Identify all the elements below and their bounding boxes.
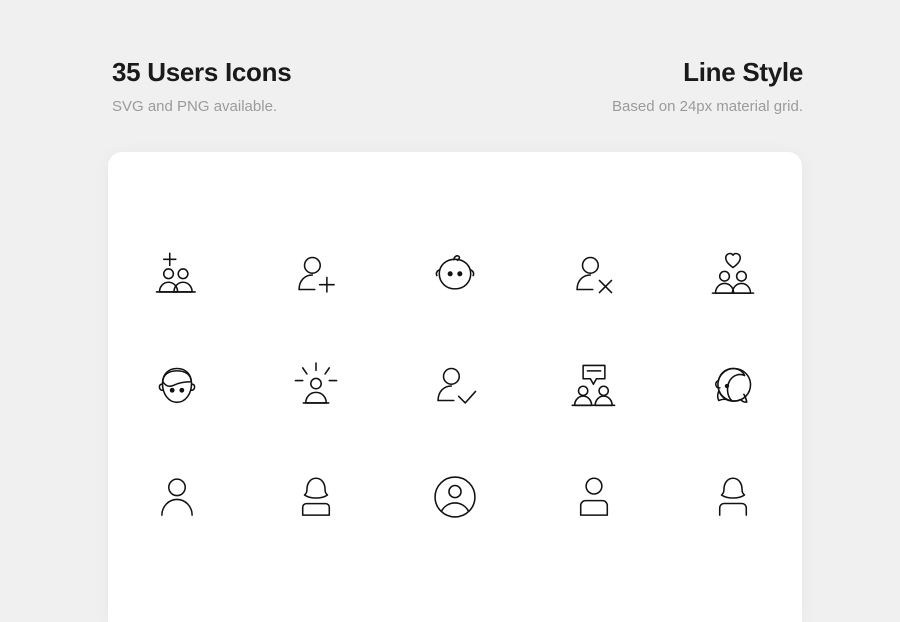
icon-cell-user-check[interactable]: [386, 331, 525, 442]
icon-cell-add-group[interactable]: [108, 220, 247, 331]
group-chat-icon: [565, 357, 623, 415]
header-left-block: 35 Users Icons SVG and PNG available.: [112, 56, 292, 117]
icon-cell-baby[interactable]: [386, 220, 525, 331]
icon-showcase-card: [108, 152, 802, 622]
boy-face-icon: [148, 357, 206, 415]
woman-outline-icon: [704, 468, 762, 526]
remove-user-icon: [565, 246, 623, 304]
icon-cell-add-user[interactable]: [247, 220, 386, 331]
user-circle-icon: [426, 468, 484, 526]
add-user-icon: [287, 246, 345, 304]
icon-cell-group-chat[interactable]: [524, 331, 663, 442]
icon-cell-user-shine[interactable]: [247, 331, 386, 442]
icon-cell-couple-heart[interactable]: [663, 220, 802, 331]
icon-grid: [108, 152, 802, 552]
user-square-icon: [565, 468, 623, 526]
icon-cell-girl-face[interactable]: [663, 331, 802, 442]
icon-cell-user-square[interactable]: [524, 441, 663, 552]
icon-cell-woman-user[interactable]: [247, 441, 386, 552]
style-title: Line Style: [683, 57, 803, 87]
icon-cell-user-circle[interactable]: [386, 441, 525, 552]
girl-face-icon: [704, 357, 762, 415]
icon-cell-user-outline[interactable]: [108, 441, 247, 552]
add-group-icon: [148, 246, 206, 304]
header-right-block: Line Style Based on 24px material grid.: [612, 56, 803, 117]
page-title: 35 Users Icons: [112, 57, 292, 87]
icon-cell-boy-face[interactable]: [108, 331, 247, 442]
baby-face-icon: [426, 246, 484, 304]
icon-cell-woman-outline[interactable]: [663, 441, 802, 552]
style-subtitle: Based on 24px material grid.: [612, 98, 803, 115]
page-root: 35 Users Icons SVG and PNG available. Li…: [0, 0, 900, 622]
couple-heart-icon: [704, 246, 762, 304]
user-shine-icon: [287, 357, 345, 415]
woman-user-icon: [287, 468, 345, 526]
icon-cell-remove-user[interactable]: [524, 220, 663, 331]
user-check-icon: [426, 357, 484, 415]
page-subtitle: SVG and PNG available.: [112, 98, 278, 115]
page-header: 35 Users Icons SVG and PNG available. Li…: [0, 0, 900, 152]
user-outline-icon: [148, 468, 206, 526]
